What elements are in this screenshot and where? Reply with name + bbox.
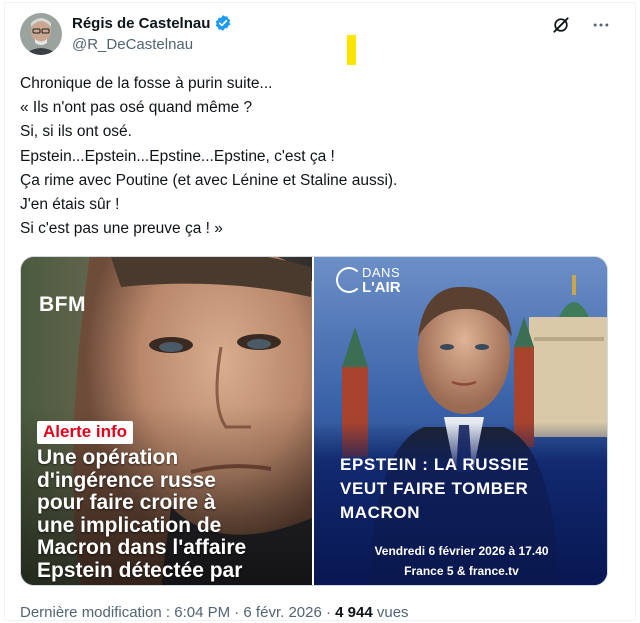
broadcast-date: Vendredi 6 février 2026 à 17.40 xyxy=(374,544,549,558)
headline-line: d'ingérence russe xyxy=(37,468,216,492)
tweet-meta: Dernière modification : 6:04 PM · 6 févr… xyxy=(20,604,409,621)
views-count: 4 944 xyxy=(335,604,373,621)
headline-line: Une opération xyxy=(37,446,179,469)
headline-line: pour faire croire à xyxy=(37,491,216,514)
tweet-line: Epstein...Epstein...Epstine...Epstine, c… xyxy=(20,147,335,165)
headline-line: une implication de xyxy=(37,513,222,537)
tweet-line: Chronique de la fosse à purin suite... xyxy=(20,75,273,92)
headline-line: EPSTEIN : LA RUSSIE xyxy=(340,455,530,474)
logo-top-text: DANS xyxy=(362,265,401,280)
alert-badge-label: Alerte info xyxy=(43,422,128,441)
headline-line: Macron dans l'affaire xyxy=(37,536,247,559)
verified-badge-icon xyxy=(214,14,232,32)
alert-badge: Alerte info xyxy=(37,421,134,444)
timestamp[interactable]: Dernière modification : 6:04 PM · 6 févr… xyxy=(20,604,335,621)
tweet-line: Si, si ils ont osé. xyxy=(20,123,132,141)
tweet-line: Si c'est pas une preuve ça ! » xyxy=(20,220,223,238)
tweet-line: J'en étais sûr ! xyxy=(20,196,120,214)
headline-line: Epstein détectée par xyxy=(37,558,243,582)
grok-icon[interactable] xyxy=(550,14,572,36)
highlight-mark xyxy=(347,35,356,65)
cdanslair-image[interactable]: DANS L'AIR EPSTEIN : LA RUSSIE VEUT FAIR… xyxy=(314,257,607,585)
logo-bottom-text: L'AIR xyxy=(362,279,401,296)
tweet-line: Ça rime avec Poutine (et avec Lénine et … xyxy=(20,171,398,189)
broadcast-channel: France 5 & france.tv xyxy=(404,564,519,578)
headline-line: VEUT FAIRE TOMBER xyxy=(340,479,529,498)
author-name[interactable]: Régis de Castelnau xyxy=(72,15,210,32)
views-label: vues xyxy=(372,604,409,621)
more-options-icon[interactable] xyxy=(590,14,612,36)
tweet-line: « Ils n'ont pas osé quand même ? xyxy=(20,99,253,117)
bfm-image[interactable]: BFM Alerte info Une opération d'ingérenc… xyxy=(21,257,312,585)
tweet-media: BFM Alerte info Une opération d'ingérenc… xyxy=(20,256,608,586)
author-handle[interactable]: @R_DeCastelnau xyxy=(72,36,193,53)
bfm-logo: BFM xyxy=(39,293,86,316)
cdanslair-headline: EPSTEIN : LA RUSSIE VEUT FAIRE TOMBER MA… xyxy=(340,453,529,525)
tweet-text: Chronique de la fosse à purin suite... «… xyxy=(20,72,620,241)
bfm-headline: Une opération d'ingérence russe pour fai… xyxy=(37,446,312,582)
avatar[interactable] xyxy=(20,13,62,55)
headline-line: MACRON xyxy=(340,503,421,522)
